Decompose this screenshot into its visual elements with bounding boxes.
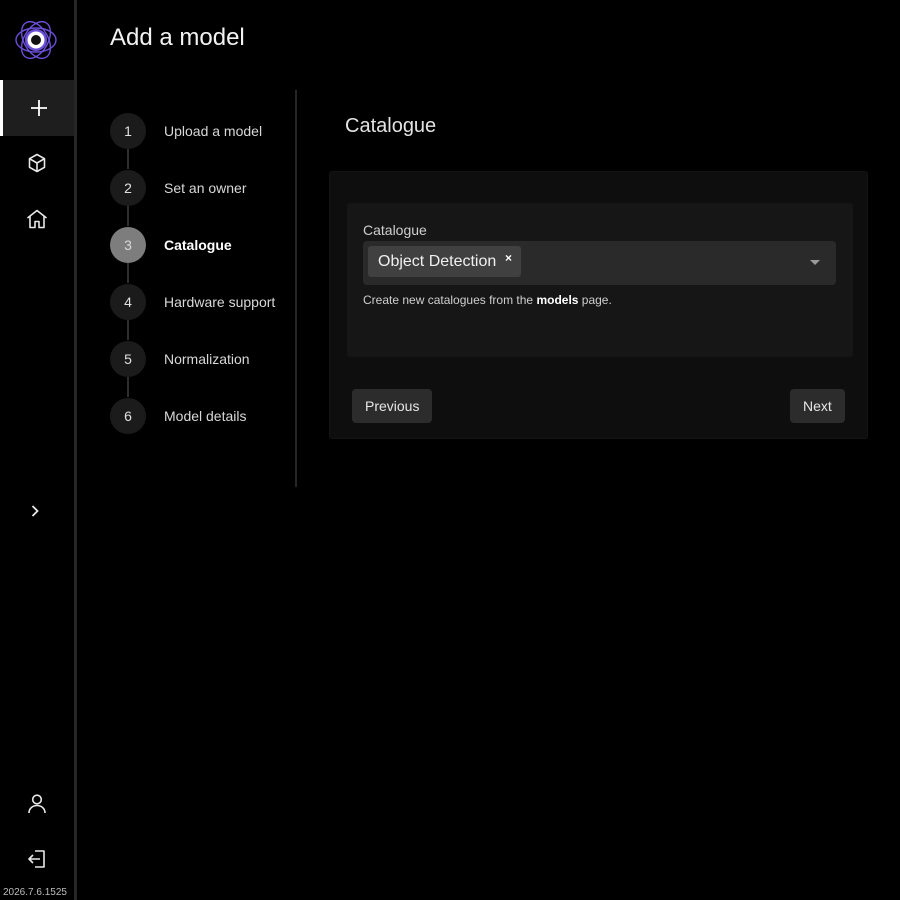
step-normalization[interactable]: 5 Normalization [110, 341, 250, 377]
step-number: 2 [110, 170, 146, 206]
step-number: 6 [110, 398, 146, 434]
sidebar: 2026.7.6.1525 [0, 0, 74, 900]
section-title: Catalogue [345, 115, 437, 137]
catalogue-form-card: Catalogue Object Detection × Create new … [329, 171, 868, 439]
user-icon [28, 794, 46, 814]
step-catalogue[interactable]: 3 Catalogue [110, 227, 232, 263]
chip-label: Object Detection [378, 252, 497, 270]
helper-prefix: Create new catalogues from the [363, 293, 537, 307]
step-label: Catalogue [164, 237, 232, 253]
catalogue-helper-text: Create new catalogues from the models pa… [363, 293, 612, 307]
step-connector [127, 376, 129, 397]
app-version: 2026.7.6.1525 [3, 887, 67, 898]
page-title: Add a model [110, 24, 245, 51]
models-page-link[interactable]: models [536, 293, 578, 307]
expand-sidebar-button[interactable] [0, 483, 70, 539]
helper-suffix: page. [578, 293, 612, 307]
nav-home[interactable] [0, 191, 74, 247]
step-connector [127, 148, 129, 169]
step-model-details[interactable]: 6 Model details [110, 398, 247, 434]
dropdown-arrow-icon[interactable] [810, 260, 820, 265]
previous-button[interactable]: Previous [352, 389, 433, 423]
nav-models[interactable] [0, 135, 74, 191]
step-hardware-support[interactable]: 4 Hardware support [110, 284, 275, 320]
step-number: 3 [110, 227, 146, 263]
step-connector [127, 262, 129, 283]
stepper-divider [295, 90, 297, 487]
plus-icon [30, 99, 48, 117]
step-number: 4 [110, 284, 146, 320]
step-label: Set an owner [164, 180, 247, 196]
step-label: Normalization [164, 351, 250, 367]
step-upload-model[interactable]: 1 Upload a model [110, 113, 262, 149]
next-button[interactable]: Next [790, 389, 845, 423]
step-connector [127, 205, 129, 226]
step-label: Upload a model [164, 123, 263, 139]
chip-remove-icon[interactable]: × [505, 252, 512, 264]
catalogue-select[interactable]: Object Detection × [363, 241, 836, 285]
catalogue-field-panel: Catalogue Object Detection × Create new … [347, 203, 853, 357]
sidebar-divider [74, 0, 77, 900]
nav-add-model[interactable] [0, 80, 74, 136]
logout-button[interactable] [0, 831, 74, 887]
step-label: Model details [164, 408, 247, 424]
step-number: 1 [110, 113, 146, 149]
step-set-owner[interactable]: 2 Set an owner [110, 170, 247, 206]
app-logo-icon[interactable] [14, 18, 58, 62]
home-icon [26, 209, 48, 229]
step-label: Hardware support [164, 294, 276, 310]
logout-icon [27, 849, 47, 869]
step-connector [127, 319, 129, 340]
profile-button[interactable] [0, 776, 74, 832]
catalogue-field-label: Catalogue [363, 222, 427, 238]
cube-icon [27, 153, 47, 173]
step-number: 5 [110, 341, 146, 377]
chevron-right-icon [30, 504, 40, 518]
selected-catalogue-chip: Object Detection × [368, 246, 521, 277]
